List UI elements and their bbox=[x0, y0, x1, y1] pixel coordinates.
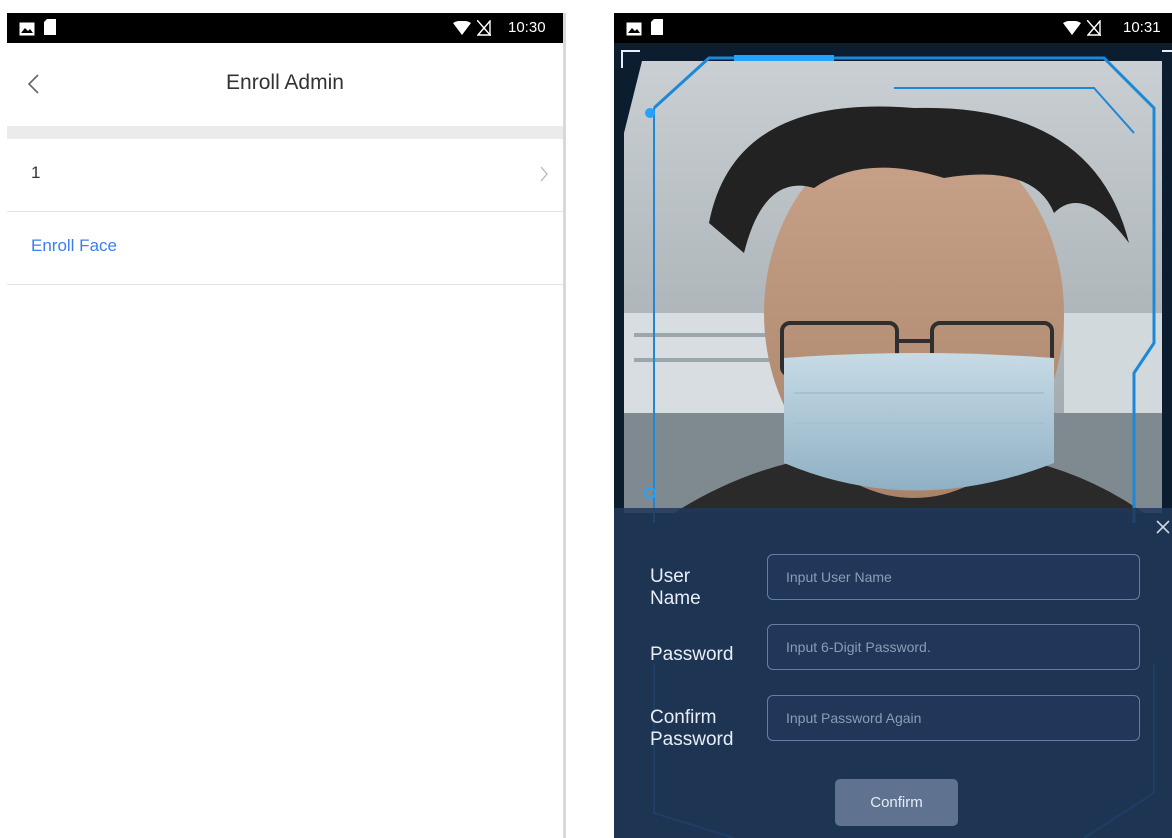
wifi-icon bbox=[453, 21, 471, 35]
password-input[interactable] bbox=[767, 624, 1140, 670]
chevron-right-icon bbox=[540, 166, 548, 182]
enroll-admin-screen: 10:30 Enroll Admin 1 Enroll Face bbox=[7, 13, 563, 838]
enroll-face-link[interactable]: Enroll Face bbox=[7, 212, 563, 285]
face-enroll-screen: 10:31 User Name Password Confirm Passwor… bbox=[614, 13, 1172, 838]
header: Enroll Admin bbox=[7, 43, 563, 126]
page-title: Enroll Admin bbox=[226, 71, 344, 94]
sd-card-icon bbox=[651, 19, 663, 35]
user-name-label: User Name bbox=[650, 566, 701, 609]
close-icon[interactable] bbox=[1154, 518, 1172, 536]
user-name-input[interactable] bbox=[767, 554, 1140, 600]
password-label: Password bbox=[650, 644, 734, 665]
sd-card-icon bbox=[44, 19, 56, 35]
image-icon bbox=[19, 22, 35, 36]
list-item-label: 1 bbox=[31, 163, 41, 182]
list-item-admin[interactable]: 1 bbox=[7, 139, 563, 212]
status-time: 10:31 bbox=[1123, 19, 1161, 36]
screen-edge bbox=[563, 13, 566, 838]
image-icon bbox=[626, 22, 642, 36]
status-bar: 10:31 bbox=[614, 13, 1172, 43]
confirm-button[interactable]: Confirm bbox=[835, 779, 958, 826]
no-sim-icon bbox=[477, 20, 491, 36]
status-time: 10:30 bbox=[508, 19, 546, 36]
confirm-password-label: Confirm Password bbox=[650, 707, 734, 750]
status-bar: 10:30 bbox=[7, 13, 563, 43]
wifi-icon bbox=[1063, 21, 1081, 35]
section-divider bbox=[7, 126, 563, 139]
no-sim-icon bbox=[1087, 20, 1101, 36]
confirm-password-input[interactable] bbox=[767, 695, 1140, 741]
enroll-face-label: Enroll Face bbox=[31, 236, 117, 255]
